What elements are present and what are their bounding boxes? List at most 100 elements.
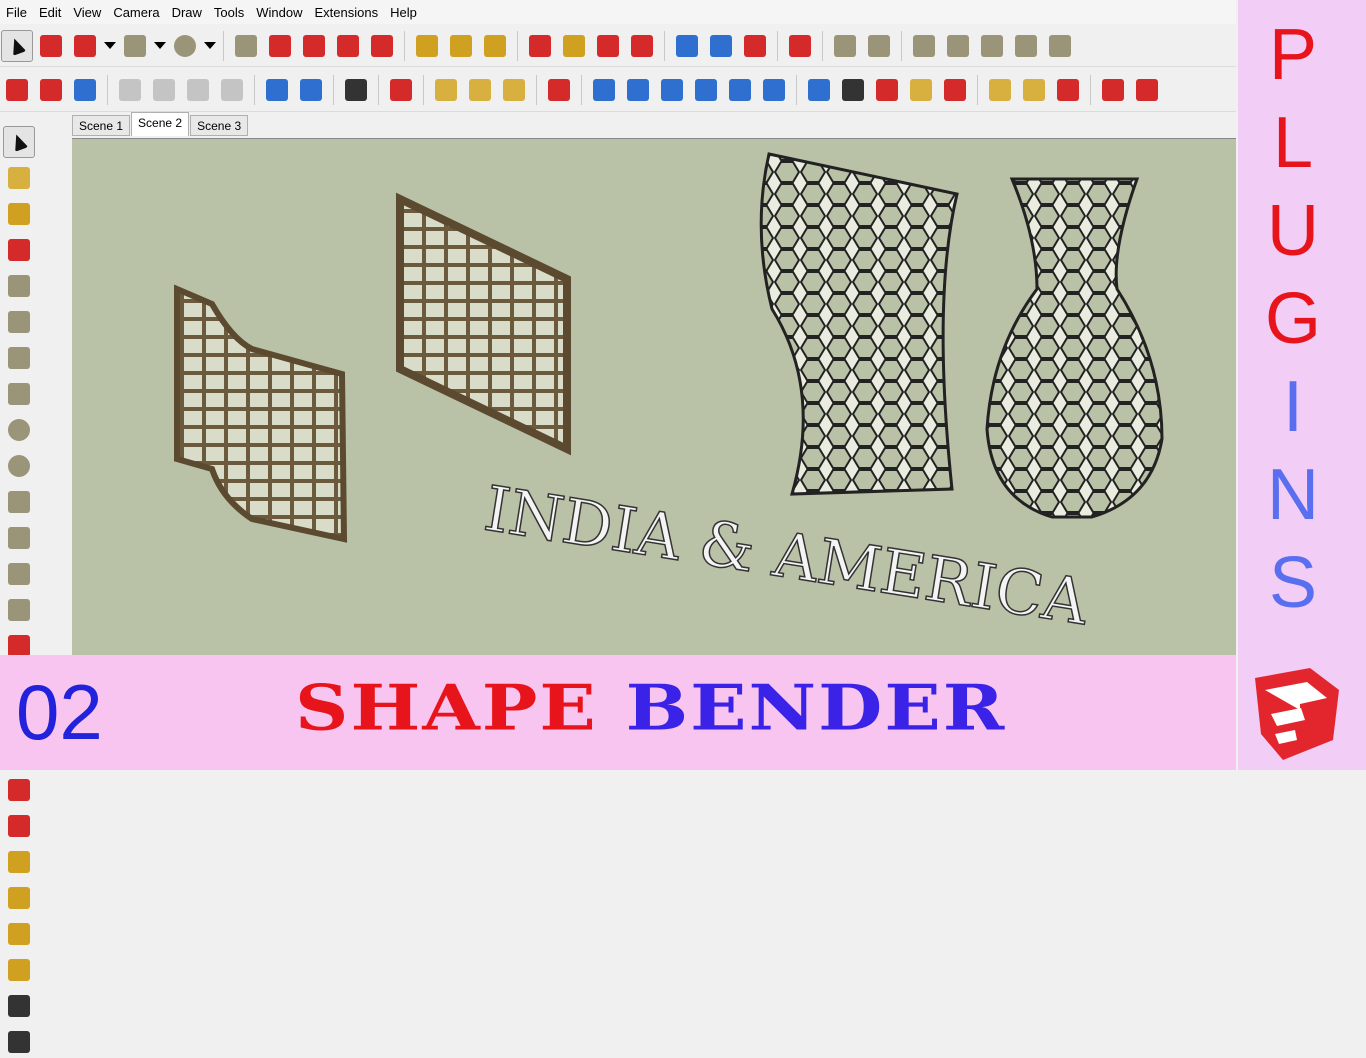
rotated-rectangle-button[interactable] bbox=[3, 378, 35, 410]
3-point-arc-button[interactable] bbox=[3, 558, 35, 590]
paint-bucket-button[interactable] bbox=[3, 198, 35, 230]
tab-scene-3[interactable]: Scene 3 bbox=[190, 115, 249, 136]
model-viewport[interactable]: INDIA & AMERICA bbox=[72, 138, 1236, 655]
sandbox-6-button[interactable] bbox=[1010, 30, 1042, 62]
house-3-button[interactable] bbox=[656, 74, 688, 106]
sandbox-1-button[interactable] bbox=[829, 30, 861, 62]
dropdown-button[interactable] bbox=[203, 30, 217, 62]
menu-edit[interactable]: Edit bbox=[33, 5, 67, 20]
scale-button[interactable] bbox=[366, 30, 398, 62]
redo-button[interactable] bbox=[295, 74, 327, 106]
house-4-button[interactable] bbox=[690, 74, 722, 106]
circle-button[interactable] bbox=[169, 30, 201, 62]
pencil-button[interactable] bbox=[69, 30, 101, 62]
follow-me-button[interactable] bbox=[264, 30, 296, 62]
paste-button[interactable] bbox=[182, 74, 214, 106]
menu-help[interactable]: Help bbox=[384, 5, 423, 20]
top-view-button[interactable] bbox=[464, 74, 496, 106]
select-button[interactable] bbox=[1, 29, 33, 62]
eraser-button[interactable] bbox=[35, 30, 67, 62]
component-button[interactable] bbox=[3, 162, 35, 194]
text-button[interactable] bbox=[445, 30, 477, 62]
section-plane-button[interactable] bbox=[543, 74, 575, 106]
warehouse-button[interactable] bbox=[671, 30, 703, 62]
print-button[interactable] bbox=[340, 74, 372, 106]
share-model-button[interactable] bbox=[739, 30, 771, 62]
copy-button[interactable] bbox=[148, 74, 180, 106]
misc-button[interactable] bbox=[1131, 74, 1163, 106]
protractor-button[interactable] bbox=[3, 918, 35, 950]
house-2-button[interactable] bbox=[622, 74, 654, 106]
house-1-button[interactable] bbox=[588, 74, 620, 106]
pan-button[interactable] bbox=[558, 30, 590, 62]
offset-button[interactable] bbox=[3, 810, 35, 842]
new-button[interactable] bbox=[1, 74, 33, 106]
undo-button[interactable] bbox=[261, 74, 293, 106]
model-info-button[interactable] bbox=[385, 74, 417, 106]
sandbox-2-button[interactable] bbox=[863, 30, 895, 62]
animation-button[interactable] bbox=[837, 74, 869, 106]
open-button[interactable] bbox=[35, 74, 67, 106]
pie-button[interactable] bbox=[3, 594, 35, 626]
menu-view[interactable]: View bbox=[67, 5, 107, 20]
orbit-button[interactable] bbox=[524, 30, 556, 62]
3d-text-button[interactable] bbox=[3, 1026, 35, 1058]
house-5-button[interactable] bbox=[724, 74, 756, 106]
arrow-down-button[interactable] bbox=[1052, 74, 1084, 106]
components-button[interactable] bbox=[905, 74, 937, 106]
save-button[interactable] bbox=[69, 74, 101, 106]
tape-measure-icon bbox=[8, 851, 30, 873]
styles-button[interactable] bbox=[1018, 74, 1050, 106]
dimension-button[interactable] bbox=[3, 882, 35, 914]
circle-button[interactable] bbox=[3, 414, 35, 446]
ruby-2-button[interactable] bbox=[1097, 74, 1129, 106]
tape-measure-button[interactable] bbox=[411, 30, 443, 62]
text-button[interactable] bbox=[3, 954, 35, 986]
erase-button[interactable] bbox=[216, 74, 248, 106]
eraser-button[interactable] bbox=[3, 234, 35, 266]
dropdown-button[interactable] bbox=[153, 30, 167, 62]
ruby-button[interactable] bbox=[784, 30, 816, 62]
freehand-button[interactable] bbox=[3, 306, 35, 338]
layers-button[interactable] bbox=[984, 74, 1016, 106]
paint-bucket-button[interactable] bbox=[479, 30, 511, 62]
plugin-r-button[interactable] bbox=[939, 74, 971, 106]
rectangle-button[interactable] bbox=[119, 30, 151, 62]
sandbox-4-button[interactable] bbox=[942, 30, 974, 62]
rectangle-button[interactable] bbox=[3, 342, 35, 374]
sandbox-5-button[interactable] bbox=[976, 30, 1008, 62]
zoom-extents-button[interactable] bbox=[626, 30, 658, 62]
dropdown-button[interactable] bbox=[103, 30, 117, 62]
push-pull-button[interactable] bbox=[230, 30, 262, 62]
menu-file[interactable]: File bbox=[0, 5, 33, 20]
sandbox-3-button[interactable] bbox=[908, 30, 940, 62]
iso-view-button[interactable] bbox=[430, 74, 462, 106]
cut-icon bbox=[119, 78, 141, 101]
arc-button[interactable] bbox=[3, 486, 35, 518]
menu-extensions[interactable]: Extensions bbox=[309, 5, 385, 20]
polygon-button[interactable] bbox=[3, 450, 35, 482]
move-button[interactable] bbox=[298, 30, 330, 62]
2-point-arc-button[interactable] bbox=[3, 522, 35, 554]
select-button[interactable] bbox=[3, 126, 35, 158]
settings-button[interactable] bbox=[871, 74, 903, 106]
menu-camera[interactable]: Camera bbox=[107, 5, 165, 20]
house-6-button[interactable] bbox=[758, 74, 790, 106]
toolbar-separator bbox=[223, 30, 224, 61]
menu-tools[interactable]: Tools bbox=[208, 5, 250, 20]
sandbox-7-button[interactable] bbox=[1044, 30, 1076, 62]
axes-button[interactable] bbox=[3, 990, 35, 1022]
extension-warehouse-button[interactable] bbox=[705, 30, 737, 62]
tab-scene-1[interactable]: Scene 1 bbox=[72, 115, 131, 136]
scale-button[interactable] bbox=[3, 774, 35, 806]
camera-button[interactable] bbox=[803, 74, 835, 106]
rotate-button[interactable] bbox=[332, 30, 364, 62]
tape-measure-button[interactable] bbox=[3, 846, 35, 878]
tab-scene-2[interactable]: Scene 2 bbox=[131, 112, 190, 136]
zoom-button[interactable] bbox=[592, 30, 624, 62]
menu-window[interactable]: Window bbox=[250, 5, 308, 20]
line-button[interactable] bbox=[3, 270, 35, 302]
cut-button[interactable] bbox=[114, 74, 146, 106]
menu-draw[interactable]: Draw bbox=[166, 5, 208, 20]
front-view-button[interactable] bbox=[498, 74, 530, 106]
